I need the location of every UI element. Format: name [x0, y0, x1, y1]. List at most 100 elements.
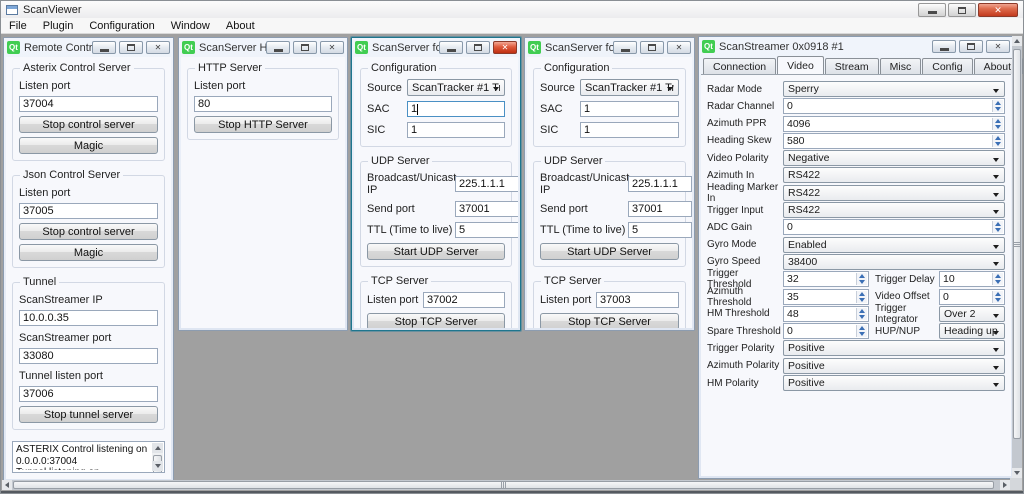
video-offset-spin[interactable]: 0 — [939, 289, 1005, 305]
stop-tcp-server-button[interactable]: Stop TCP Server — [367, 313, 505, 328]
stop-http-server-button[interactable]: Stop HTTP Server — [194, 116, 332, 133]
scanstreamer-ip-input[interactable] — [19, 310, 158, 326]
restore-button[interactable] — [640, 41, 664, 54]
azimuth-polarity-combo[interactable]: Positive — [783, 358, 1005, 374]
json-magic-button[interactable]: Magic — [19, 244, 158, 261]
tcp-listen-port-input[interactable] — [596, 292, 679, 308]
spinner-buttons[interactable] — [992, 273, 1003, 285]
sic-input[interactable] — [580, 122, 679, 138]
mdi-vertical-scrollbar[interactable] — [1012, 36, 1022, 478]
scroll-down-arrow[interactable] — [152, 461, 163, 471]
trigger-polarity-combo[interactable]: Positive — [783, 340, 1005, 356]
spinner-buttons[interactable] — [856, 308, 867, 320]
restore-button[interactable] — [119, 41, 143, 54]
log-output[interactable]: ASTERIX Control listening on 0.0.0.0:370… — [12, 441, 165, 473]
trigger-integrator-combo[interactable]: Over 2 — [939, 306, 1005, 322]
start-udp-server-button[interactable]: Start UDP Server — [367, 243, 505, 260]
spinner-buttons[interactable] — [992, 291, 1003, 303]
minimize-button[interactable] — [92, 41, 116, 54]
gyro-speed-combo[interactable]: 38400 — [783, 254, 1005, 270]
adc-gain-spin[interactable]: 0 — [783, 219, 1005, 235]
asterix-stop-control-server-button[interactable]: Stop control server — [19, 116, 158, 133]
maximize-button[interactable] — [948, 3, 976, 17]
azimuth-threshold-spin[interactable]: 35 — [783, 289, 869, 305]
menu-plugin[interactable]: Plugin — [35, 19, 82, 33]
source-combo[interactable]: ScanTracker #1 Trackersource — [407, 79, 505, 96]
send-port-input[interactable] — [628, 201, 692, 217]
azimuth-in-combo[interactable]: RS422 — [783, 167, 1005, 183]
menu-about[interactable]: About — [218, 19, 263, 33]
spare-threshold-spin[interactable]: 0 — [783, 323, 869, 339]
sac-input[interactable] — [580, 101, 679, 117]
source-combo[interactable]: ScanTracker #1 Trackersource — [580, 79, 679, 96]
ttl-input[interactable] — [455, 222, 518, 238]
minimize-button[interactable] — [266, 41, 290, 54]
stop-tunnel-server-button[interactable]: Stop tunnel server — [19, 406, 158, 423]
gyro-mode-combo[interactable]: Enabled — [783, 237, 1005, 253]
main-titlebar[interactable]: ScanViewer ✕ — [1, 1, 1023, 18]
scroll-up-arrow[interactable] — [152, 443, 163, 453]
azimuth-ppr-spin[interactable]: 4096 — [783, 116, 1005, 132]
send-port-input[interactable] — [455, 201, 518, 217]
log-scrollbar[interactable] — [152, 443, 163, 471]
menu-file[interactable]: File — [1, 19, 35, 33]
asterix1-titlebar[interactable]: Qt ScanServer for Asteri... ✕ — [352, 38, 520, 57]
spinner-buttons[interactable] — [992, 135, 1003, 147]
tab-status[interactable]: Status — [1022, 58, 1023, 74]
sac-input[interactable] — [407, 101, 505, 117]
restore-button[interactable] — [293, 41, 317, 54]
heading-skew-spin[interactable]: 580 — [783, 133, 1005, 149]
tab-stream[interactable]: Stream — [825, 58, 879, 74]
trigger-threshold-spin[interactable]: 32 — [783, 271, 869, 287]
menu-window[interactable]: Window — [163, 19, 218, 33]
http-listen-port-input[interactable] — [194, 96, 332, 112]
tab-misc[interactable]: Misc — [880, 58, 922, 74]
close-button[interactable]: ✕ — [978, 3, 1018, 17]
hm-threshold-spin[interactable]: 48 — [783, 306, 869, 322]
json-stop-control-server-button[interactable]: Stop control server — [19, 223, 158, 240]
asterix-listen-port-input[interactable] — [19, 96, 158, 112]
radar-mode-combo[interactable]: Sperry — [783, 81, 1005, 97]
minimize-button[interactable] — [439, 41, 463, 54]
start-udp-server-button[interactable]: Start UDP Server — [540, 243, 679, 260]
heading-marker-in-combo[interactable]: RS422 — [783, 185, 1005, 201]
asterix2-titlebar[interactable]: Qt ScanServer for Asteri... ✕ — [525, 38, 694, 57]
broadcast-unicast-ip-input[interactable] — [628, 176, 692, 192]
tunnel-listen-port-input[interactable] — [19, 386, 158, 402]
scroll-thumb[interactable] — [13, 481, 994, 489]
asterix-magic-button[interactable]: Magic — [19, 137, 158, 154]
trigger-delay-spin[interactable]: 10 — [939, 271, 1005, 287]
spinner-buttons[interactable] — [856, 325, 867, 337]
ttl-input[interactable] — [628, 222, 692, 238]
tab-connection[interactable]: Connection — [703, 58, 776, 74]
http-titlebar[interactable]: Qt ScanServer HTTP #1 ✕ — [179, 38, 347, 57]
scanstreamer-port-input[interactable] — [19, 348, 158, 364]
restore-button[interactable] — [466, 41, 490, 54]
radar-channel-spin[interactable]: 0 — [783, 98, 1005, 114]
close-button[interactable]: ✕ — [493, 41, 517, 54]
spinner-buttons[interactable] — [992, 118, 1003, 130]
minimize-button[interactable] — [932, 40, 956, 53]
video-polarity-combo[interactable]: Negative — [783, 150, 1005, 166]
hup-nup-combo[interactable]: Heading up — [939, 323, 1005, 339]
scanstreamer-titlebar[interactable]: Qt ScanStreamer 0x0918 #1 ✕ — [699, 37, 1013, 56]
tcp-listen-port-input[interactable] — [423, 292, 505, 308]
broadcast-unicast-ip-input[interactable] — [455, 176, 518, 192]
tab-video[interactable]: Video — [777, 56, 824, 74]
scroll-down-arrow[interactable] — [1012, 468, 1022, 478]
close-button[interactable]: ✕ — [986, 40, 1010, 53]
tab-config[interactable]: Config — [922, 58, 972, 74]
spinner-buttons[interactable] — [856, 291, 867, 303]
close-button[interactable]: ✕ — [146, 41, 170, 54]
remote-titlebar[interactable]: Qt Remote Control #1 ✕ — [4, 38, 173, 57]
close-button[interactable]: ✕ — [667, 41, 691, 54]
trigger-input-combo[interactable]: RS422 — [783, 202, 1005, 218]
minimize-button[interactable] — [918, 3, 946, 17]
restore-button[interactable] — [959, 40, 983, 53]
spinner-buttons[interactable] — [992, 100, 1003, 112]
minimize-button[interactable] — [613, 41, 637, 54]
close-button[interactable]: ✕ — [320, 41, 344, 54]
stop-tcp-server-button[interactable]: Stop TCP Server — [540, 313, 679, 328]
scroll-left-arrow[interactable] — [2, 480, 12, 490]
scroll-right-arrow[interactable] — [1000, 480, 1010, 490]
